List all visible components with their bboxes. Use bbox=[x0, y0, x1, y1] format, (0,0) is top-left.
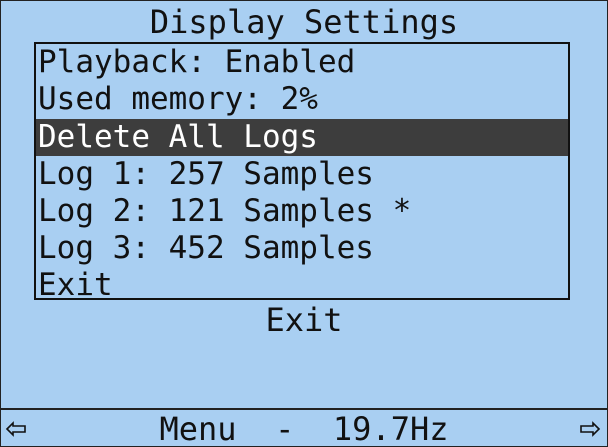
soft-key-exit-label[interactable]: Exit bbox=[1, 301, 607, 339]
menu-item-used-memory[interactable]: Used memory: 2% bbox=[36, 81, 568, 118]
menu-item-delete-all-logs[interactable]: Delete All Logs bbox=[36, 119, 568, 156]
settings-menu: Playback: Enabled Used memory: 2% Delete… bbox=[34, 42, 570, 303]
menu-item-exit[interactable]: Exit bbox=[36, 267, 568, 304]
menu-item-log-3[interactable]: Log 3: 452 Samples bbox=[36, 230, 568, 267]
device-screen: Display Settings Playback: Enabled Used … bbox=[0, 0, 608, 447]
status-bar: Menu - 19.7Hz bbox=[1, 408, 607, 446]
menu-item-playback[interactable]: Playback: Enabled bbox=[36, 44, 568, 81]
menu-item-log-2[interactable]: Log 2: 121 Samples * bbox=[36, 193, 568, 230]
status-text: Menu - 19.7Hz bbox=[159, 410, 449, 447]
right-arrow-icon[interactable] bbox=[579, 418, 601, 440]
screen-title: Display Settings bbox=[149, 3, 459, 41]
menu-item-log-1[interactable]: Log 1: 257 Samples bbox=[36, 156, 568, 193]
